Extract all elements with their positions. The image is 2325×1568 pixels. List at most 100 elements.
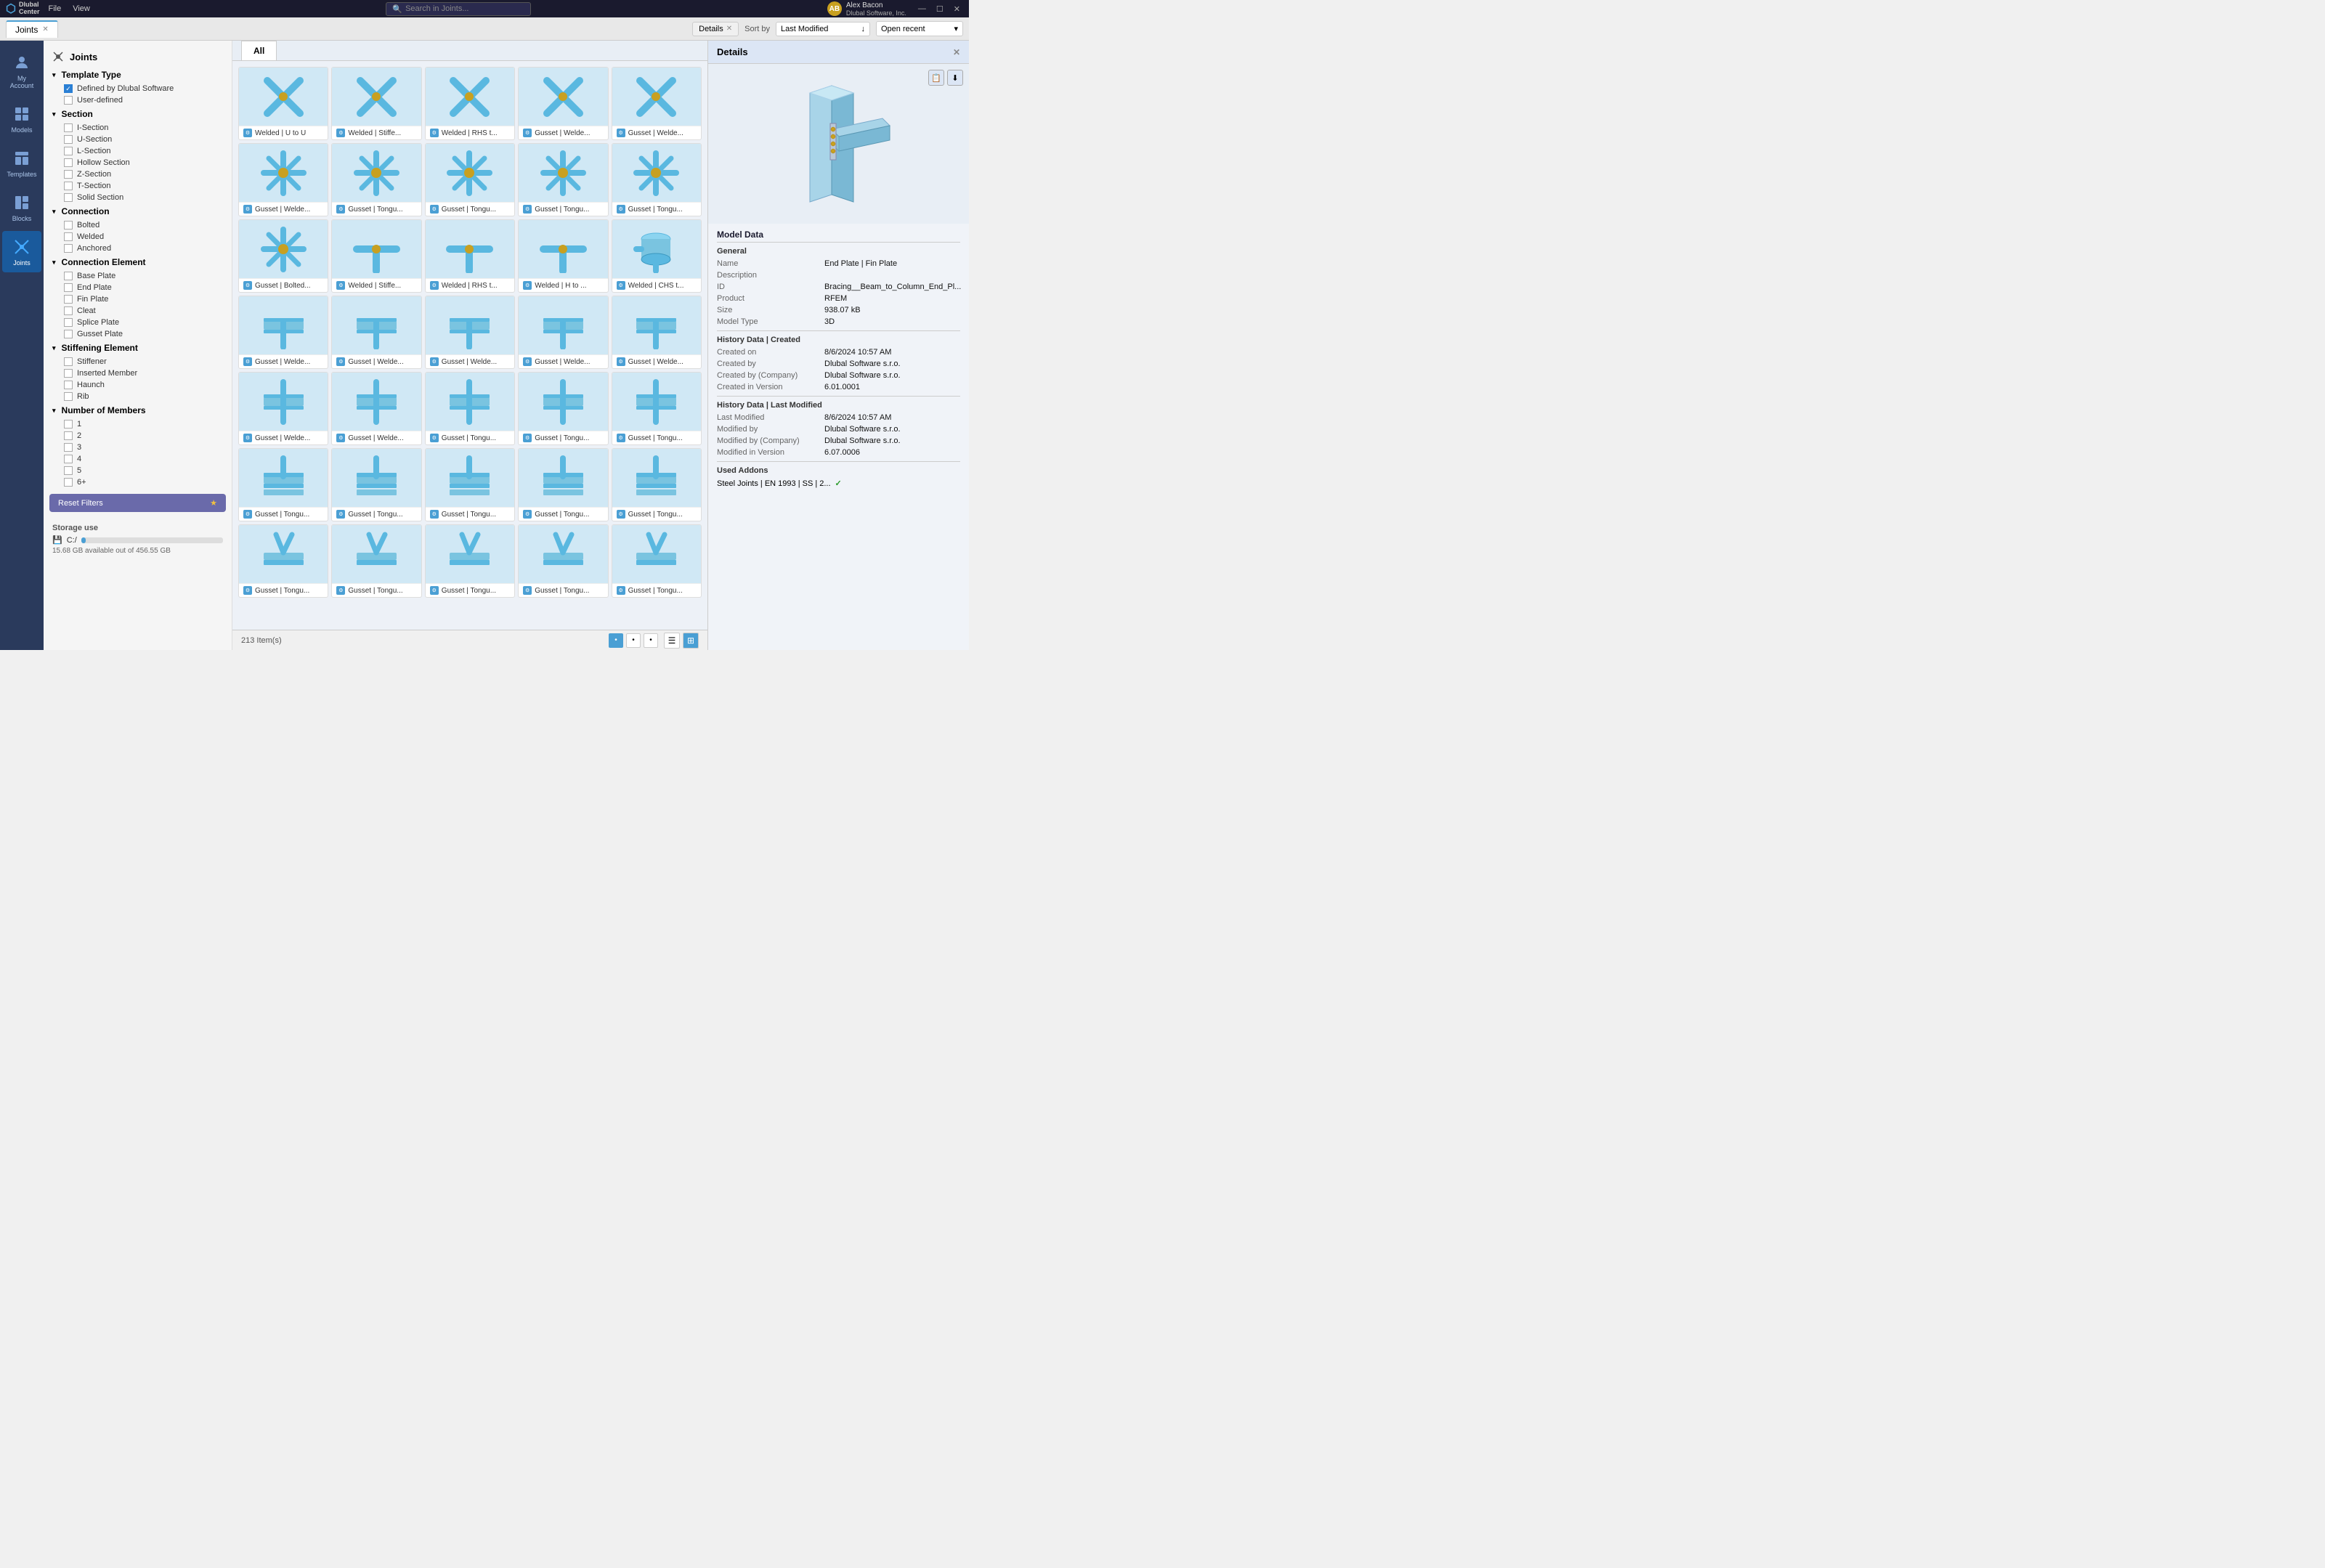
filter-item-fin-plate[interactable]: Fin Plate <box>49 293 226 305</box>
checkbox-4[interactable] <box>64 455 73 463</box>
sidebar-item-models[interactable]: Models <box>2 98 41 139</box>
filter-item-1[interactable]: 1 <box>49 418 226 430</box>
checkbox-fin-plate[interactable] <box>64 295 73 304</box>
filter-item-base-plate[interactable]: Base Plate <box>49 270 226 282</box>
checkbox-hollow-section[interactable] <box>64 158 73 167</box>
filter-item-bolted[interactable]: Bolted <box>49 219 226 231</box>
grid-item[interactable]: Gusset | Welde... <box>612 67 702 140</box>
checkbox-splice-plate[interactable] <box>64 318 73 327</box>
grid-item[interactable]: Gusset | Tongu... <box>331 143 421 216</box>
grid-item[interactable]: Gusset | Tongu... <box>331 448 421 521</box>
filter-item-2[interactable]: 2 <box>49 430 226 442</box>
grid-item[interactable]: Welded | Stiffe... <box>331 67 421 140</box>
filter-item-u-section[interactable]: U-Section <box>49 134 226 145</box>
menu-view[interactable]: View <box>73 4 90 13</box>
tab-joints[interactable]: Joints ✕ <box>6 20 58 38</box>
filter-item-3[interactable]: 3 <box>49 442 226 453</box>
preview-icon-btn-2[interactable]: ⬇ <box>947 70 963 86</box>
filter-item-4[interactable]: 4 <box>49 453 226 465</box>
filter-item-solid-section[interactable]: Solid Section <box>49 192 226 203</box>
filter-item-hollow-section[interactable]: Hollow Section <box>49 157 226 168</box>
checkbox-5[interactable] <box>64 466 73 475</box>
filter-item-l-section[interactable]: L-Section <box>49 145 226 157</box>
grid-item[interactable]: Welded | CHS t... <box>612 219 702 293</box>
grid-item[interactable]: Gusset | Tongu... <box>425 372 515 445</box>
grid-item[interactable]: Gusset | Tongu... <box>518 372 608 445</box>
filter-item-anchored[interactable]: Anchored <box>49 243 226 254</box>
grid-item[interactable]: Welded | H to ... <box>518 219 608 293</box>
details-close-icon[interactable]: ✕ <box>726 25 732 33</box>
checkbox-end-plate[interactable] <box>64 283 73 292</box>
checkbox-2[interactable] <box>64 431 73 440</box>
grid-item[interactable]: Welded | RHS t... <box>425 219 515 293</box>
filter-template-type-header[interactable]: ▾ Template Type <box>49 67 226 83</box>
grid-item[interactable]: Gusset | Tongu... <box>612 143 702 216</box>
grid-item[interactable]: Gusset | Tongu... <box>238 524 328 598</box>
filter-item-welded[interactable]: Welded <box>49 231 226 243</box>
grid-item[interactable]: Gusset | Welde... <box>238 372 328 445</box>
checkbox-1[interactable] <box>64 420 73 428</box>
filter-item-6plus[interactable]: 6+ <box>49 476 226 488</box>
checkbox-i-section[interactable] <box>64 123 73 132</box>
page-btn-3[interactable]: • <box>644 633 658 648</box>
page-btn-1[interactable]: • <box>609 633 623 648</box>
grid-item[interactable]: Gusset | Welde... <box>238 296 328 369</box>
checkbox-bolted[interactable] <box>64 221 73 229</box>
tab-close-icon[interactable]: ✕ <box>42 25 48 33</box>
grid-item[interactable]: Gusset | Welde... <box>331 372 421 445</box>
filter-connection-element-header[interactable]: ▾ Connection Element <box>49 254 226 270</box>
details-close-btn[interactable]: ✕ <box>953 47 960 57</box>
sidebar-item-my-account[interactable]: My Account <box>2 46 41 95</box>
grid-item[interactable]: Gusset | Welde... <box>612 296 702 369</box>
page-btn-2[interactable]: • <box>626 633 641 648</box>
grid-item[interactable]: Gusset | Tongu... <box>518 524 608 598</box>
checkbox-6plus[interactable] <box>64 478 73 487</box>
minimize-button[interactable]: — <box>915 4 929 14</box>
filter-item-splice-plate[interactable]: Splice Plate <box>49 317 226 328</box>
tab-all[interactable]: All <box>241 41 277 60</box>
grid-item[interactable]: Gusset | Tongu... <box>518 143 608 216</box>
checkbox-l-section[interactable] <box>64 147 73 155</box>
grid-item[interactable]: Welded | RHS t... <box>425 67 515 140</box>
filter-item-z-section[interactable]: Z-Section <box>49 168 226 180</box>
checkbox-user-defined[interactable] <box>64 96 73 105</box>
checkbox-haunch[interactable] <box>64 381 73 389</box>
checkbox-base-plate[interactable] <box>64 272 73 280</box>
filter-num-members-header[interactable]: ▾ Number of Members <box>49 402 226 418</box>
checkbox-defined-by-dlubal[interactable] <box>64 84 73 93</box>
filter-item-stiffener[interactable]: Stiffener <box>49 356 226 367</box>
grid-item[interactable]: Welded | U to U <box>238 67 328 140</box>
checkbox-gusset-plate[interactable] <box>64 330 73 338</box>
filter-item-cleat[interactable]: Cleat <box>49 305 226 317</box>
grid-item[interactable]: Gusset | Tongu... <box>425 448 515 521</box>
filter-item-end-plate[interactable]: End Plate <box>49 282 226 293</box>
grid-item[interactable]: Gusset | Tongu... <box>331 524 421 598</box>
sort-dropdown[interactable]: Last Modified ↓ <box>776 22 870 36</box>
grid-item[interactable]: Welded | Stiffe... <box>331 219 421 293</box>
checkbox-t-section[interactable] <box>64 182 73 190</box>
sidebar-item-joints[interactable]: Joints <box>2 231 41 272</box>
grid-item[interactable]: Gusset | Bolted... <box>238 219 328 293</box>
search-placeholder[interactable]: Search in Joints... <box>405 4 468 13</box>
filter-item-gusset-plate[interactable]: Gusset Plate <box>49 328 226 340</box>
filter-item-haunch[interactable]: Haunch <box>49 379 226 391</box>
filter-item-defined-by-dlubal[interactable]: Defined by Dlubal Software <box>49 83 226 94</box>
preview-icon-btn-1[interactable]: 📋 <box>928 70 944 86</box>
sidebar-item-templates[interactable]: Templates <box>2 142 41 184</box>
list-view-button[interactable]: ☰ <box>664 633 680 649</box>
close-button[interactable]: ✕ <box>951 4 963 14</box>
checkbox-anchored[interactable] <box>64 244 73 253</box>
filter-item-i-section[interactable]: I-Section <box>49 122 226 134</box>
menu-file[interactable]: File <box>48 4 61 13</box>
filter-item-user-defined[interactable]: User-defined <box>49 94 226 106</box>
maximize-button[interactable]: ☐ <box>933 4 946 14</box>
filter-item-t-section[interactable]: T-Section <box>49 180 226 192</box>
grid-item[interactable]: Gusset | Tongu... <box>518 448 608 521</box>
filter-item-rib[interactable]: Rib <box>49 391 226 402</box>
checkbox-stiffener[interactable] <box>64 357 73 366</box>
checkbox-inserted-member[interactable] <box>64 369 73 378</box>
filter-stiffening-header[interactable]: ▾ Stiffening Element <box>49 340 226 356</box>
checkbox-rib[interactable] <box>64 392 73 401</box>
checkbox-cleat[interactable] <box>64 306 73 315</box>
checkbox-z-section[interactable] <box>64 170 73 179</box>
